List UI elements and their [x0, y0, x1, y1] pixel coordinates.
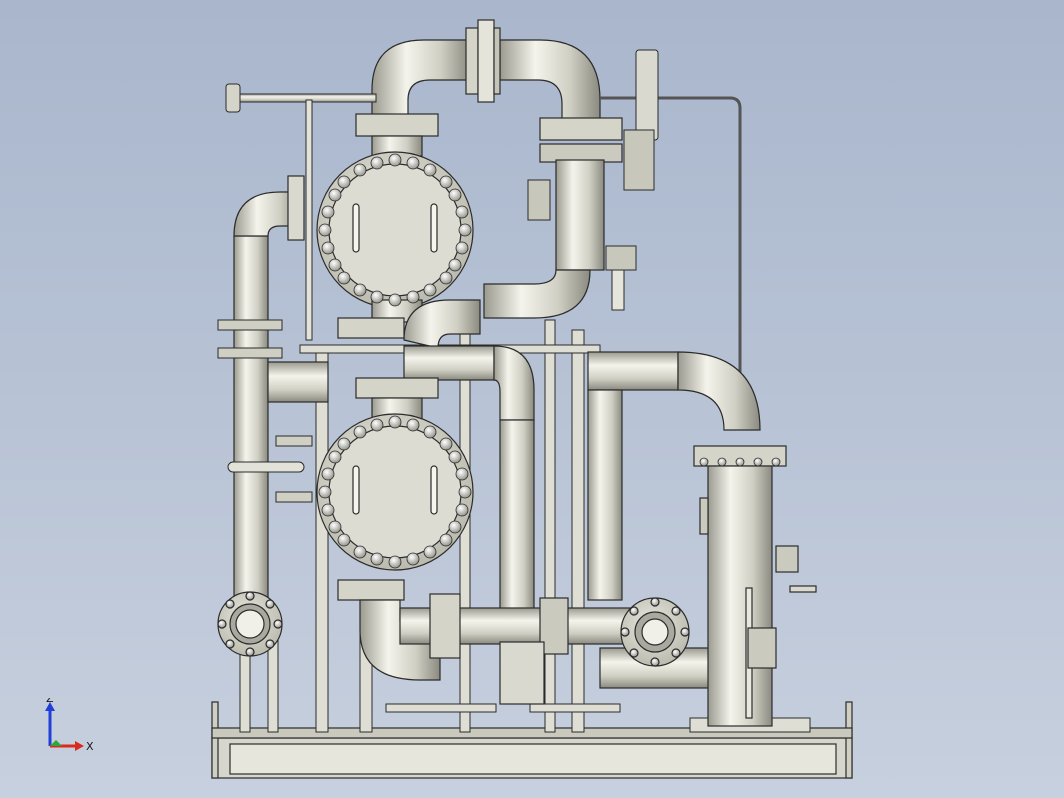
axis-triad: Z X: [45, 698, 94, 753]
cad-viewport[interactable]: Z X: [0, 0, 1064, 798]
y-axis-marker: [50, 740, 62, 746]
3d-model-view[interactable]: [0, 0, 1064, 798]
z-axis-label: Z: [46, 698, 54, 705]
x-axis-label: X: [86, 740, 94, 753]
bottom-left-flange[interactable]: [217, 591, 283, 657]
right-separator-vessel[interactable]: [693, 445, 817, 727]
left-riser-pipe[interactable]: [233, 175, 329, 607]
bottom-flange-face[interactable]: [620, 597, 690, 667]
x-axis-arrow: [75, 741, 84, 751]
